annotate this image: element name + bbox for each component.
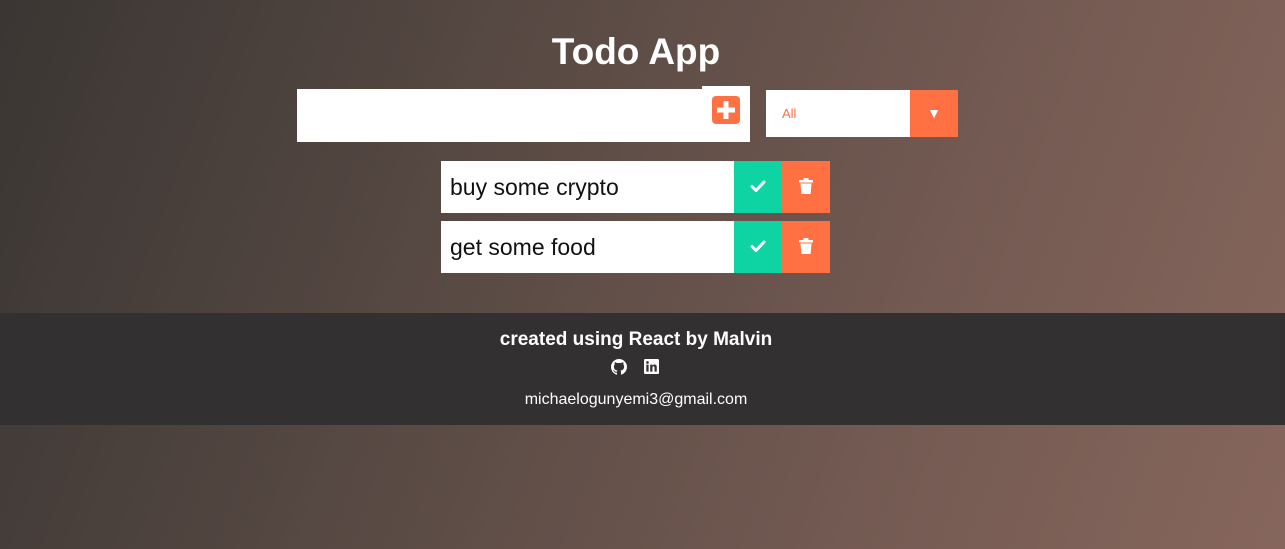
footer-email: michaelogunyemi3@gmail.com <box>524 391 748 408</box>
todo-item: buy some crypto <box>441 161 830 213</box>
complete-button[interactable] <box>734 221 782 273</box>
footer: created using React by Malvin michaelogu… <box>0 313 1285 425</box>
todo-text: get some food <box>441 221 734 273</box>
add-todo-button[interactable] <box>702 86 750 142</box>
social-links <box>611 359 671 377</box>
delete-button[interactable] <box>782 221 830 273</box>
linkedin-icon[interactable] <box>644 359 660 375</box>
caret-down-icon[interactable]: ▼ <box>910 90 958 137</box>
todo-item: get some food <box>441 221 830 273</box>
filter-selected-value: All <box>782 106 797 121</box>
complete-button[interactable] <box>734 161 782 213</box>
footer-credit: created using React by Malvin <box>499 329 773 350</box>
github-icon[interactable] <box>611 359 627 375</box>
filter-select[interactable]: All ▼ <box>766 90 958 137</box>
trash-icon <box>799 178 813 194</box>
check-icon <box>750 180 766 192</box>
app-title: Todo App <box>551 31 721 72</box>
delete-button[interactable] <box>782 161 830 213</box>
check-icon <box>750 240 766 252</box>
todo-text: buy some crypto <box>441 161 734 213</box>
todo-input[interactable] <box>297 89 702 142</box>
todo-form: All ▼ <box>297 86 958 142</box>
trash-icon <box>799 238 813 254</box>
todo-list: buy some crypto get some food <box>441 161 830 281</box>
plus-square-icon <box>712 96 740 124</box>
